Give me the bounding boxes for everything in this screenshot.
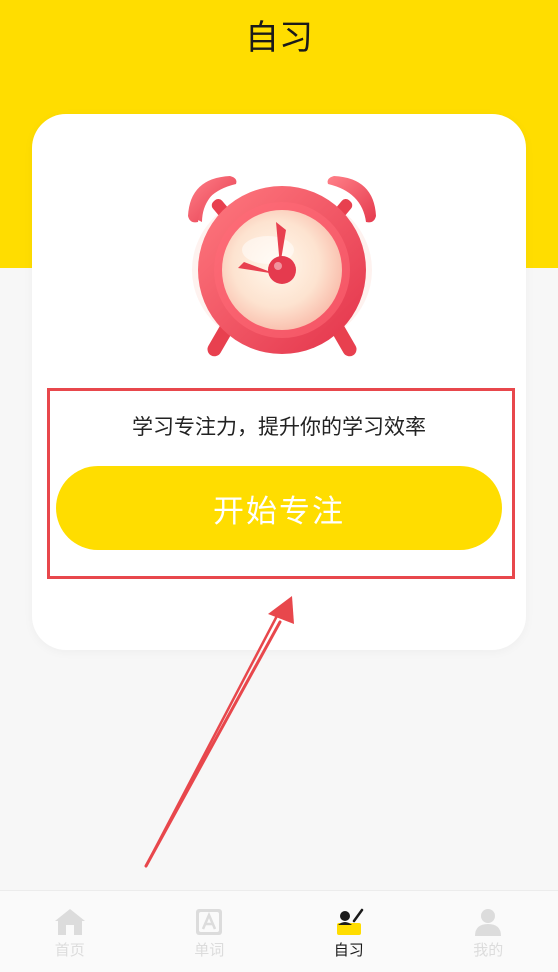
user-icon <box>475 909 502 936</box>
tab-words-label: 单词 <box>194 941 225 959</box>
home-icon <box>54 909 85 935</box>
page-title: 自习 <box>245 18 313 58</box>
tab-study-label: 自习 <box>333 941 364 959</box>
tab-home[interactable]: 首页 <box>0 891 140 972</box>
alarm-clock-icon <box>172 170 392 370</box>
tab-study[interactable]: 自习 <box>279 891 419 972</box>
tab-profile-label: 我的 <box>473 941 504 959</box>
tab-profile[interactable]: 我的 <box>419 891 558 972</box>
tab-words[interactable]: 单词 <box>140 891 280 972</box>
start-focus-button[interactable]: 开始专注 <box>56 466 502 550</box>
study-desk-icon <box>336 908 363 935</box>
tab-home-label: 首页 <box>54 941 85 959</box>
word-card-icon <box>196 909 223 935</box>
bottom-tab-bar: 首页 单词 自习 我的 <box>0 890 558 972</box>
focus-tagline: 学习专注力，提升你的学习效率 <box>132 415 426 439</box>
